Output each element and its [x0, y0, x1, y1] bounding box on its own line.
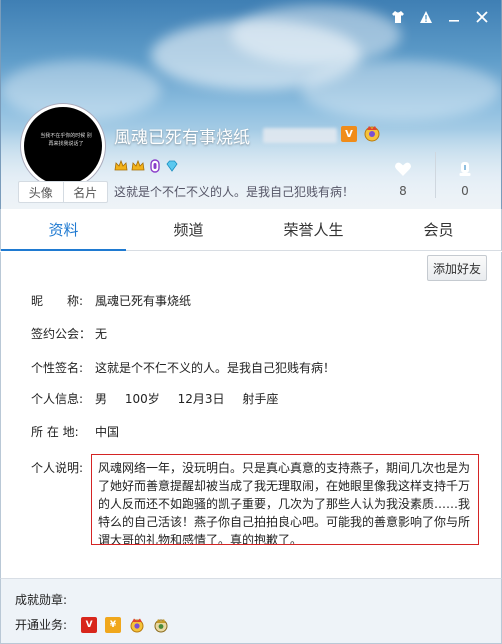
- honor-count: 0: [461, 184, 469, 198]
- services-list: V ¥: [81, 616, 169, 633]
- info-row-nickname: 昵 称: 風魂已死有事烧纸: [31, 292, 191, 309]
- profile-tabs: 资料 频道 荣誉人生 会员: [0, 209, 502, 251]
- avatar-tabs: 头像 名片: [18, 181, 108, 203]
- gender: 男: [95, 392, 108, 406]
- likes-count: 8: [399, 184, 407, 198]
- close-icon[interactable]: [469, 6, 495, 28]
- purple-gem-icon[interactable]: [148, 159, 162, 173]
- minimize-icon[interactable]: [441, 6, 467, 28]
- honor-stat[interactable]: 0: [445, 160, 485, 198]
- tab-channel[interactable]: 频道: [126, 209, 251, 250]
- services-label: 开通业务:: [15, 618, 68, 632]
- diamond-icon[interactable]: [165, 159, 179, 173]
- services-row: 开通业务: V ¥: [15, 616, 169, 633]
- crown-level-icon[interactable]: [131, 159, 145, 173]
- zodiac: 射手座: [242, 392, 279, 406]
- profile-footer: 成就勋章: 开通业务: V ¥: [0, 578, 502, 644]
- birthday: 12月3日: [177, 392, 225, 406]
- info-row-personal: 个人信息: 男 100岁 12月3日 射手座: [31, 390, 278, 407]
- avatar-tab-card[interactable]: 名片: [62, 182, 108, 202]
- tab-profile[interactable]: 资料: [1, 209, 126, 251]
- info-label: 个人信息:: [31, 392, 84, 406]
- medals-row: 成就勋章:: [15, 591, 67, 608]
- likes-stat[interactable]: 8: [383, 160, 423, 198]
- profile-header: 当我不在乎你的时候 别再来找我说话了 头像 名片 風魂已死有事烧纸 V 这就是个…: [0, 0, 502, 209]
- info-value: 这就是个不仁不义的人。是我自己犯贱有病！: [95, 361, 336, 375]
- shirt-icon[interactable]: [385, 6, 411, 28]
- tab-member[interactable]: 会员: [376, 209, 501, 250]
- profile-content: 添加好友 昵 称: 風魂已死有事烧纸 签约公会： 无 个性签名: 这就是个不仁不…: [0, 252, 502, 578]
- crown-level-icon[interactable]: [114, 159, 128, 173]
- info-label: 个性签名:: [31, 361, 84, 375]
- avatar-tab-photo[interactable]: 头像: [19, 182, 63, 202]
- heart-icon: [395, 162, 411, 176]
- description-text: 风魂网络一年，没玩明白。只是真心真意的支持燕子，期间几次也是为了她好而善意提醒却…: [91, 454, 479, 545]
- info-label: 昵 称:: [31, 294, 84, 308]
- alert-icon[interactable]: [413, 6, 439, 28]
- info-label: 个人说明:: [31, 461, 84, 475]
- noble-badge-icon[interactable]: [129, 617, 145, 633]
- tab-honor-life[interactable]: 荣誉人生: [251, 209, 376, 250]
- yellow-diamond-icon[interactable]: ¥: [105, 616, 122, 633]
- info-row-location: 所 在 地: 中国: [31, 423, 119, 440]
- redacted-id: [263, 128, 337, 143]
- info-value: 中国: [95, 425, 120, 439]
- profile-nickname: 風魂已死有事烧纸: [114, 128, 250, 148]
- avatar[interactable]: 当我不在乎你的时候 别再来找我说话了: [21, 104, 105, 188]
- window-controls: [385, 6, 495, 28]
- noble-badge-icon[interactable]: [363, 124, 381, 142]
- avatar-caption: 当我不在乎你的时候 别再来找我说话了: [40, 133, 92, 147]
- info-value: 男 100岁 12月3日 射手座: [95, 390, 278, 407]
- info-value: 風魂已死有事烧纸: [95, 294, 192, 308]
- age: 100岁: [124, 392, 160, 406]
- info-row-guild: 签约公会： 无: [31, 325, 107, 342]
- header-signature: 这就是个不仁不义的人。是我自己犯贱有病！: [114, 185, 355, 199]
- add-friend-button[interactable]: 添加好友: [427, 255, 487, 281]
- info-row-description: 个人说明:: [31, 459, 95, 476]
- level-badges: [114, 159, 179, 173]
- crown-badge-icon[interactable]: [153, 617, 169, 633]
- info-row-signature: 个性签名: 这就是个不仁不义的人。是我自己犯贱有病！: [31, 359, 335, 376]
- info-label: 签约公会：: [31, 327, 92, 341]
- medals-label: 成就勋章:: [15, 593, 68, 607]
- v-level-badge[interactable]: V: [341, 126, 357, 142]
- medal-icon: [459, 162, 471, 176]
- info-label: 所 在 地:: [31, 425, 79, 439]
- vip-badge-icon[interactable]: V: [81, 616, 98, 633]
- info-value: 无: [95, 327, 108, 341]
